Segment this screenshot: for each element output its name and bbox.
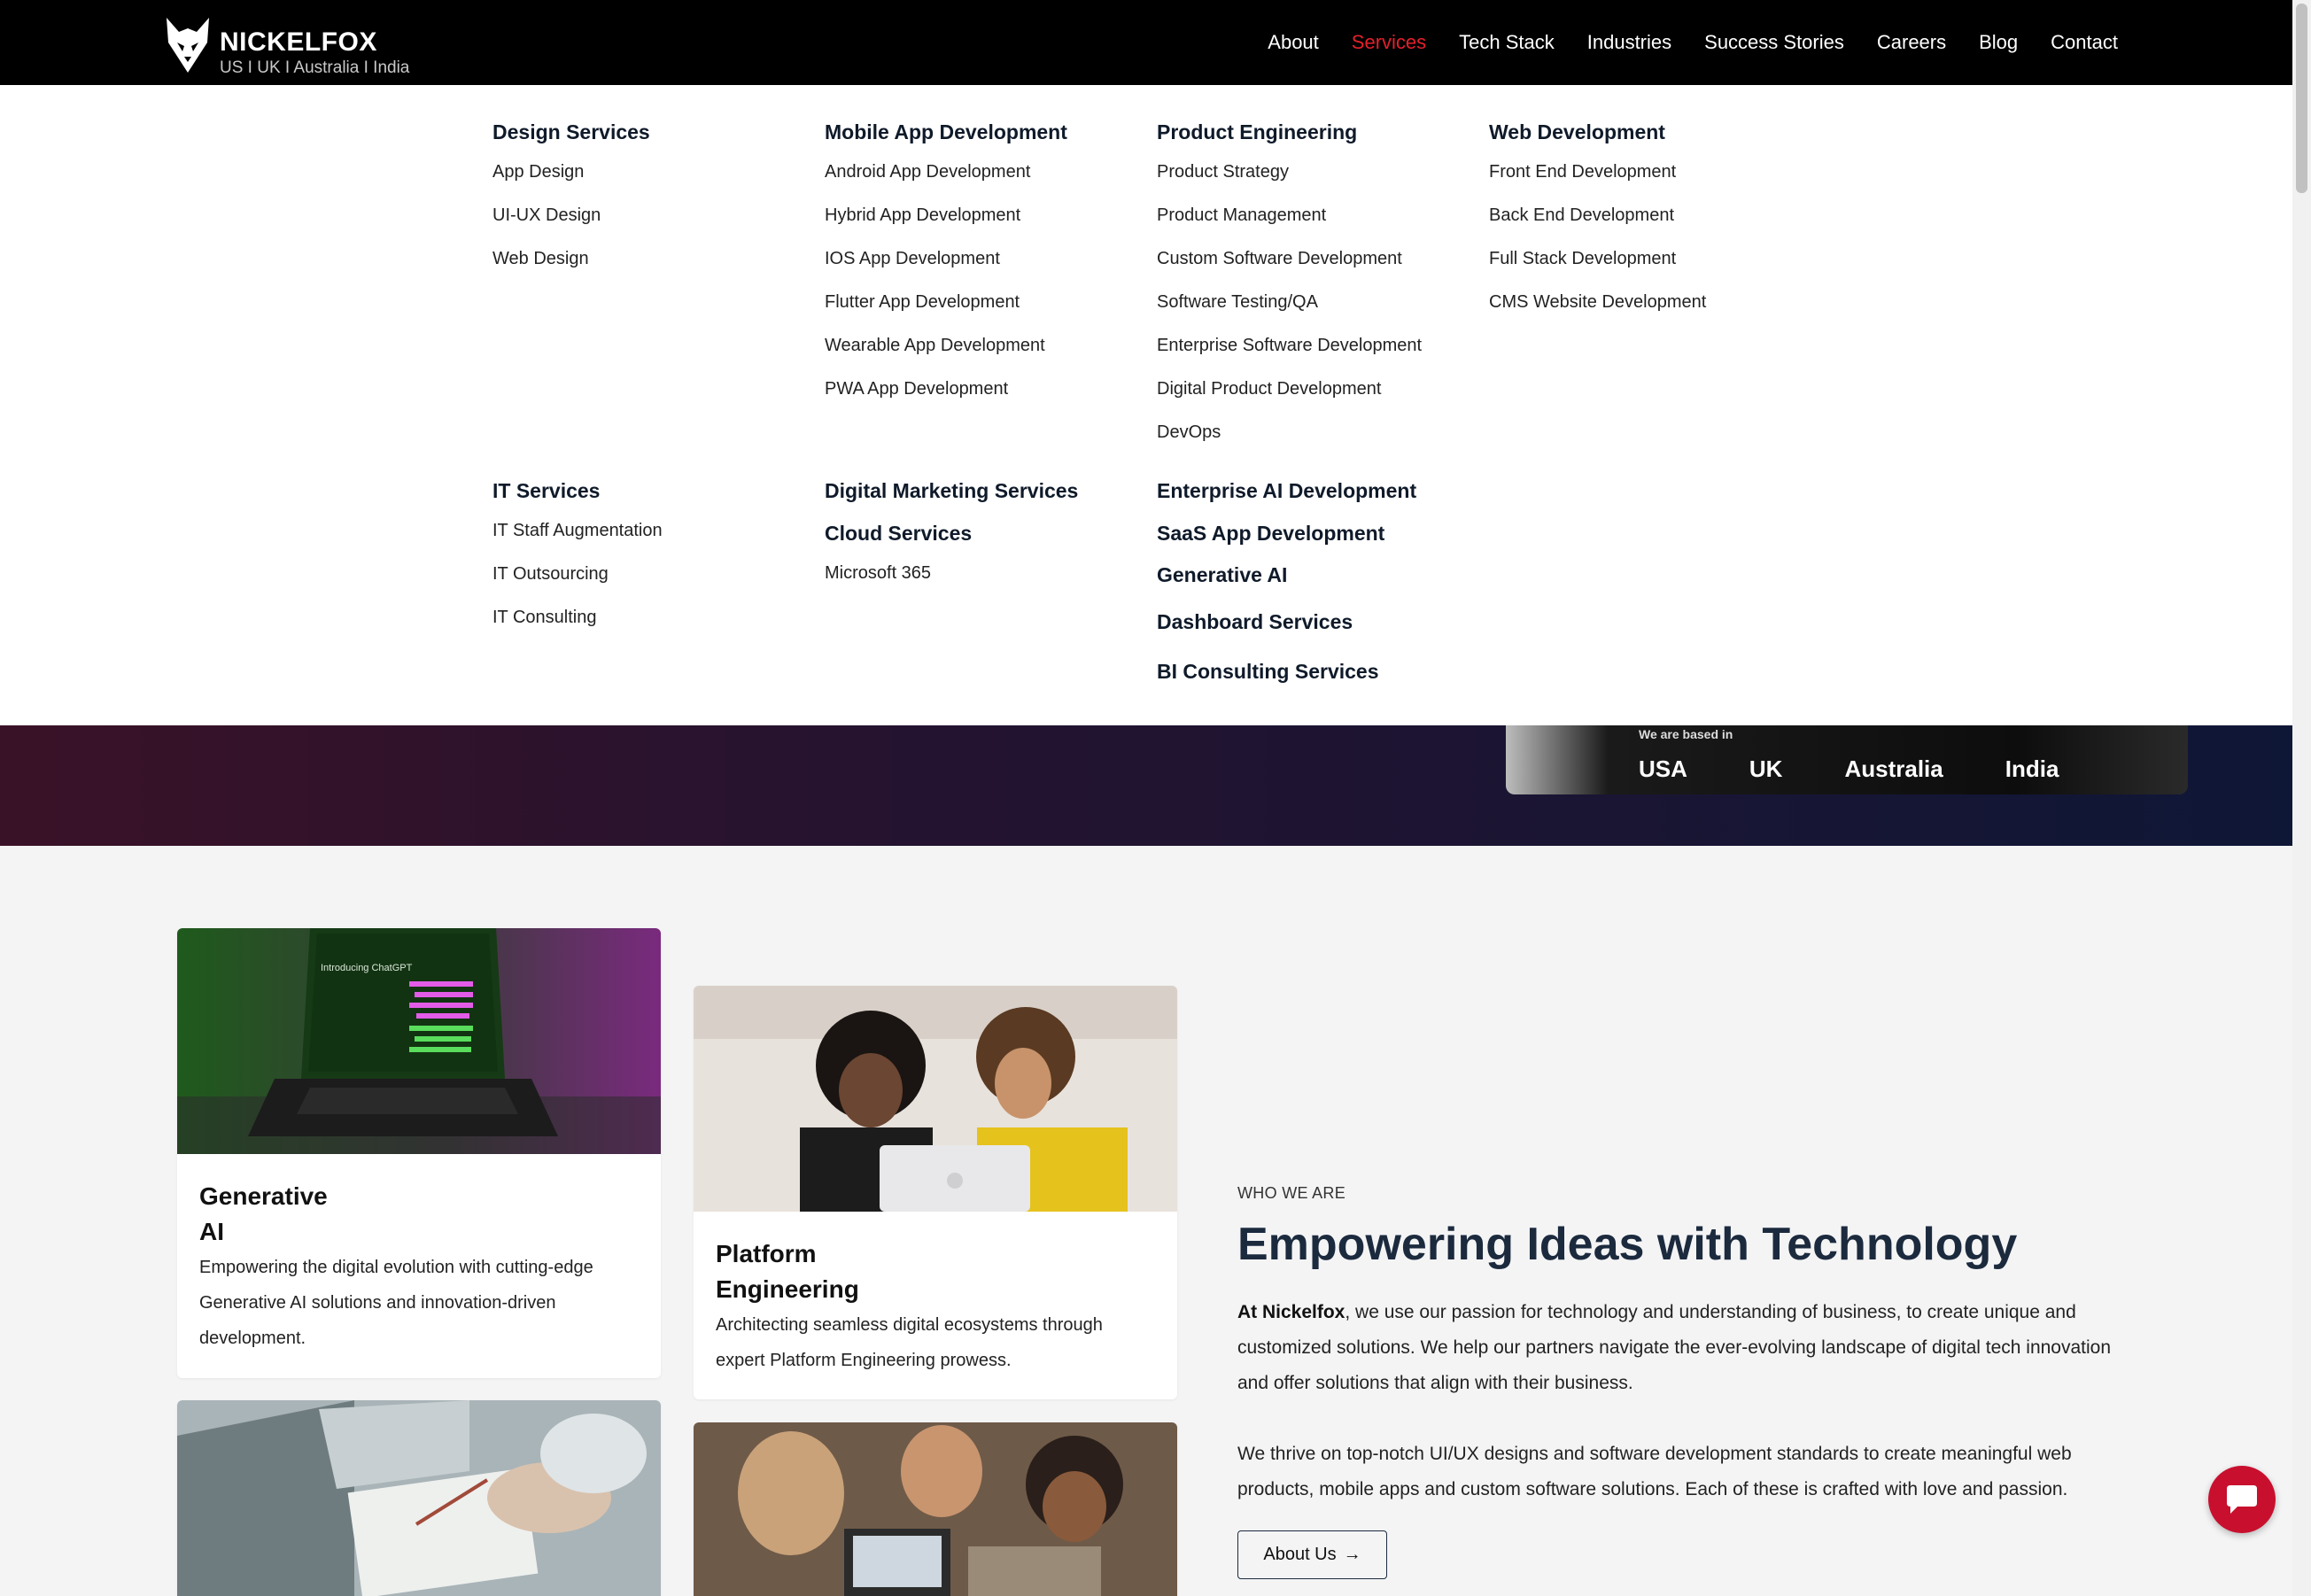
menu-column-it: IT Services IT Staff Augmentation IT Out…	[492, 477, 663, 650]
menu-column-marketing-cloud: Digital Marketing Services Cloud Service…	[825, 477, 1078, 606]
menu-heading-web-development[interactable]: Web Development	[1489, 119, 1706, 145]
menu-heading-generative-ai[interactable]: Generative AI	[1157, 562, 1416, 588]
laptop-chatgpt-image: Introducing ChatGPT	[177, 928, 661, 1154]
menu-item-flutter[interactable]: Flutter App Development	[825, 291, 1067, 313]
menu-item-product-strategy[interactable]: Product Strategy	[1157, 161, 1422, 182]
card-title-line2: Engineering	[716, 1275, 859, 1303]
menu-item-devops[interactable]: DevOps	[1157, 422, 1422, 443]
menu-item-ios[interactable]: IOS App Development	[825, 248, 1067, 269]
nav-tech-stack[interactable]: Tech Stack	[1459, 31, 1555, 54]
nav-about[interactable]: About	[1268, 31, 1319, 54]
based-in-banner: We are based in USA UK Australia India	[1506, 725, 2188, 794]
nav-blog[interactable]: Blog	[1979, 31, 2018, 54]
country-india: India	[2005, 755, 2059, 782]
menu-item-wearable[interactable]: Wearable App Development	[825, 335, 1067, 356]
menu-column-design: Design Services App Design UI-UX Design …	[492, 119, 650, 291]
menu-heading-design-services[interactable]: Design Services	[492, 119, 650, 145]
menu-item-it-outsourcing[interactable]: IT Outsourcing	[492, 563, 663, 585]
menu-item-ui-ux-design[interactable]: UI-UX Design	[492, 205, 650, 226]
menu-item-cms-website[interactable]: CMS Website Development	[1489, 291, 1706, 313]
menu-column-mobile: Mobile App Development Android App Devel…	[825, 119, 1067, 422]
card-title-line1: Platform	[716, 1240, 817, 1267]
menu-item-android[interactable]: Android App Development	[825, 161, 1067, 182]
menu-heading-enterprise-ai[interactable]: Enterprise AI Development	[1157, 477, 1416, 504]
menu-item-software-testing[interactable]: Software Testing/QA	[1157, 291, 1422, 313]
brand-name: NICKELFOX	[220, 27, 377, 57]
top-navigation-bar: NICKELFOX US I UK I Australia I India Ab…	[0, 0, 2292, 85]
menu-item-it-consulting[interactable]: IT Consulting	[492, 607, 663, 628]
menu-heading-mobile-app-development[interactable]: Mobile App Development	[825, 119, 1067, 145]
menu-item-back-end[interactable]: Back End Development	[1489, 205, 1706, 226]
menu-column-product: Product Engineering Product Strategy Pro…	[1157, 119, 1422, 465]
country-uk: UK	[1749, 755, 1783, 782]
brand-logo[interactable]: NICKELFOX US I UK I Australia I India	[165, 16, 409, 78]
based-in-countries: USA UK Australia India	[1639, 755, 2121, 783]
women-laptop-image	[694, 986, 1177, 1212]
nav-contact[interactable]: Contact	[2051, 31, 2118, 54]
menu-heading-saas-app[interactable]: SaaS App Development	[1157, 520, 1416, 546]
who-paragraph-2: We thrive on top-notch UI/UX designs and…	[1237, 1444, 2072, 1499]
nav-success-stories[interactable]: Success Stories	[1704, 31, 1844, 54]
menu-heading-digital-marketing[interactable]: Digital Marketing Services	[825, 477, 1078, 504]
brand-tagline: US I UK I Australia I India	[220, 58, 410, 77]
section-eyebrow: WHO WE ARE	[1237, 1184, 1346, 1202]
menu-heading-it-services[interactable]: IT Services	[492, 477, 663, 504]
country-usa: USA	[1639, 755, 1687, 782]
country-australia: Australia	[1844, 755, 1943, 782]
card-image-writing[interactable]	[177, 1400, 661, 1596]
menu-item-hybrid[interactable]: Hybrid App Development	[825, 205, 1067, 226]
card-platform-engineering[interactable]: Platform Engineering Architecting seamle…	[694, 986, 1177, 1399]
nav-industries[interactable]: Industries	[1587, 31, 1671, 54]
menu-item-enterprise-software[interactable]: Enterprise Software Development	[1157, 335, 1422, 356]
team-meeting-image	[694, 1422, 1177, 1596]
card-generative-ai[interactable]: Introducing ChatGPT Generative AI Empowe…	[177, 928, 661, 1378]
card-description: Architecting seamless digital ecosystems…	[716, 1315, 1103, 1370]
who-paragraph-1-rest: , we use our passion for technology and …	[1237, 1302, 2112, 1393]
services-mega-menu: Design Services App Design UI-UX Design …	[0, 85, 2292, 725]
menu-item-digital-product[interactable]: Digital Product Development	[1157, 378, 1422, 399]
who-paragraph-1: At Nickelfox, we use our passion for tec…	[1237, 1295, 2141, 1401]
card-title-line1: Generative	[199, 1182, 328, 1210]
chat-widget-button[interactable]	[2208, 1466, 2276, 1533]
card-image-team[interactable]	[694, 1422, 1177, 1596]
card-description: Empowering the digital evolution with cu…	[199, 1258, 593, 1348]
about-us-label: About Us	[1263, 1545, 1337, 1564]
chat-bubble-icon	[2227, 1485, 2257, 1514]
card-title-line2: AI	[199, 1218, 224, 1245]
menu-heading-dashboard-services[interactable]: Dashboard Services	[1157, 608, 1416, 635]
fox-logo-icon	[167, 18, 209, 73]
menu-item-front-end[interactable]: Front End Development	[1489, 161, 1706, 182]
about-us-button[interactable]: About Us →	[1237, 1530, 1387, 1579]
menu-heading-cloud-services[interactable]: Cloud Services	[825, 520, 1078, 546]
menu-item-full-stack[interactable]: Full Stack Development	[1489, 248, 1706, 269]
menu-heading-product-engineering[interactable]: Product Engineering	[1157, 119, 1422, 145]
menu-heading-bi-consulting[interactable]: BI Consulting Services	[1157, 658, 1416, 685]
menu-item-microsoft-365[interactable]: Microsoft 365	[825, 562, 1078, 584]
menu-item-app-design[interactable]: App Design	[492, 161, 650, 182]
scrollbar-thumb[interactable]	[2296, 4, 2307, 193]
image-text: Introducing ChatGPT	[321, 963, 413, 973]
arrow-right-icon: →	[1343, 1545, 1361, 1564]
menu-column-standalone: Enterprise AI Development SaaS App Devel…	[1157, 477, 1416, 701]
menu-item-pwa[interactable]: PWA App Development	[825, 378, 1067, 399]
page-scrollbar[interactable]	[2292, 0, 2311, 1596]
menu-item-custom-software[interactable]: Custom Software Development	[1157, 248, 1422, 269]
menu-item-it-staff-augmentation[interactable]: IT Staff Augmentation	[492, 520, 663, 541]
based-in-label: We are based in	[1639, 727, 1733, 741]
section-headline: Empowering Ideas with Technology	[1237, 1219, 2018, 1270]
menu-item-product-management[interactable]: Product Management	[1157, 205, 1422, 226]
who-paragraph-1-bold: At Nickelfox	[1237, 1302, 1345, 1322]
main-nav: About Services Tech Stack Industries Suc…	[1235, 0, 2118, 85]
nav-services[interactable]: Services	[1352, 31, 1426, 54]
menu-item-web-design[interactable]: Web Design	[492, 248, 650, 269]
hands-writing-image	[177, 1400, 661, 1596]
menu-column-web: Web Development Front End Development Ba…	[1489, 119, 1706, 335]
nav-careers[interactable]: Careers	[1877, 31, 1946, 54]
